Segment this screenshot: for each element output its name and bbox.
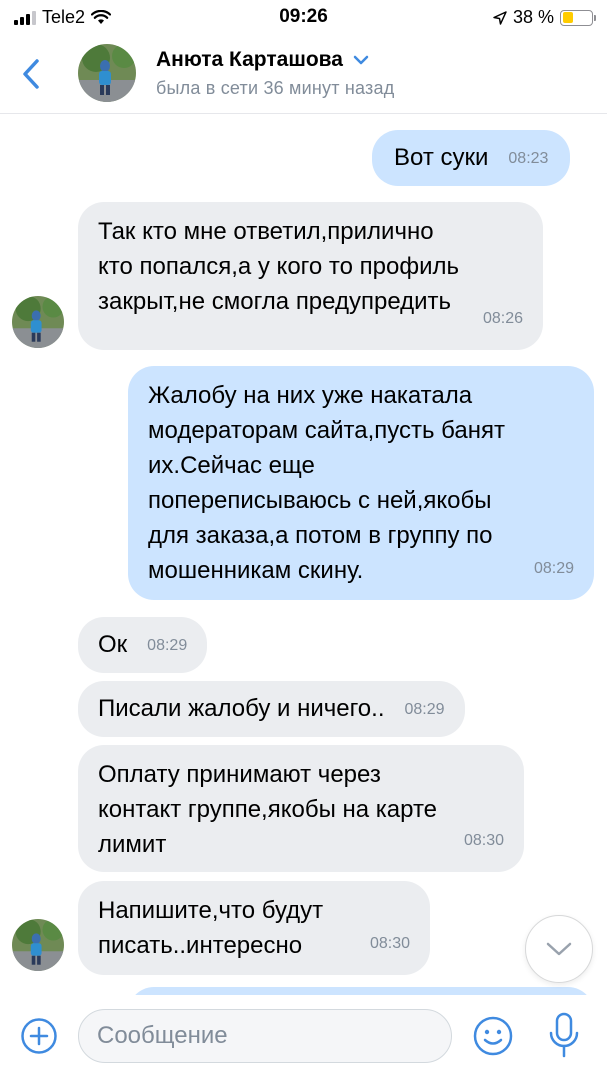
avatar-photo [78,44,136,102]
message-text: Оплату принимают через контакт группе,як… [98,761,438,858]
message-time: 08:23 [508,150,549,168]
chevron-left-icon [23,59,39,89]
avatar[interactable] [12,296,64,348]
message-bubble-incoming[interactable]: Так кто мне ответил,прилично кто попался… [78,202,543,350]
message-text: Писали жалобу и ничего.. [98,695,385,722]
message-text: Так кто мне ответил,прилично кто попался… [98,218,459,315]
plus-circle-icon [21,1018,57,1054]
message-text: Жалобу на них уже накатала модераторам с… [148,382,505,584]
battery-fill [562,12,574,23]
scroll-down-button[interactable] [525,915,593,983]
avatar-photo [12,296,64,348]
chevron-down-icon [353,55,369,65]
battery-percent: 38 % [512,7,554,27]
message-time: 08:30 [369,935,410,952]
avatar-photo [12,919,64,971]
status-right: 38 % [493,7,596,28]
message-text: Ок [98,631,128,658]
message-list[interactable]: Вот суки 08:23 Так кто мне ответил,прилич… [0,115,607,995]
status-bar: Tele2 09:26 38 % [0,0,607,34]
message-time: 08:29 [533,560,574,577]
message-bubble-incoming[interactable]: Оплату принимают через контакт группе,як… [78,745,524,872]
message-time: 08:30 [463,832,504,849]
back-button[interactable] [16,54,46,94]
avatar[interactable] [12,919,64,971]
microphone-icon [549,1012,579,1058]
message-bubble-outgoing[interactable]: Жалобу на них уже накатала модераторам с… [128,366,594,600]
location-arrow-icon [493,10,507,25]
battery-icon [560,9,596,26]
message-bubble-outgoing-partial[interactable] [128,987,594,995]
attach-button[interactable] [20,1017,58,1055]
last-seen-status: была в сети 36 минут назад [156,78,395,98]
message-text: Напишите,что будут писать..интересно [98,897,324,959]
message-bubble-outgoing[interactable]: Вот суки 08:23 [372,130,571,186]
chat-header: Анюта Карташова была в сети 36 минут наз… [0,34,607,114]
message-bubble-incoming[interactable]: Напишите,что будут писать..интересно 08:… [78,881,430,975]
voice-message-button[interactable] [546,1011,582,1061]
chevron-down-icon [546,942,572,956]
message-bubble-incoming[interactable]: Писали жалобу и ничего.. 08:29 [78,681,465,737]
message-time: 08:29 [147,637,188,655]
smile-icon [473,1016,513,1056]
message-bubble-incoming[interactable]: Ок 08:29 [78,617,208,673]
message-time: 08:26 [482,310,523,327]
emoji-button[interactable] [472,1015,514,1057]
avatar[interactable] [78,44,136,102]
contact-name-label: Анюта Карташова [156,48,343,71]
message-time: 08:29 [404,701,445,719]
message-text: Вот суки [394,144,489,171]
message-input[interactable] [78,1009,452,1063]
contact-name[interactable]: Анюта Карташова [156,48,369,72]
composer-bar [0,995,607,1080]
